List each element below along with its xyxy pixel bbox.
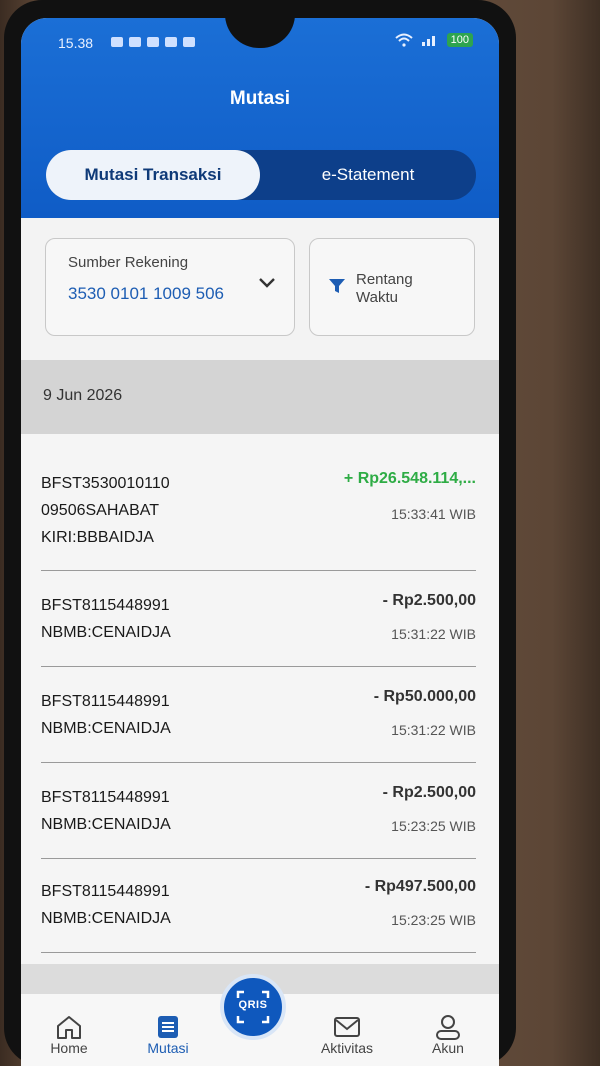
filter-panel: Sumber Rekening 3530 0101 1009 506 Renta… [21, 218, 499, 360]
transaction-row[interactable]: BFST3530010110 09506SAHABAT KIRI:BBBAIDJ… [41, 470, 476, 571]
notification-icons [111, 37, 195, 47]
source-account-value: 3530 0101 1009 506 [68, 284, 224, 303]
transaction-row[interactable]: BFST8115448991 NBMB:CENAIDJA - Rp50.000,… [41, 688, 476, 763]
nav-item-mutasi[interactable]: Mutasi [135, 1014, 201, 1056]
description-line: NBMB:CENAIDJA [41, 720, 171, 737]
status-bar: 15.38 100 [21, 18, 499, 62]
tab-bar: Mutasi Transaksi e-Statement [46, 150, 476, 200]
status-time: 15.38 [58, 35, 94, 51]
app-screen: 15.38 100 Mutasi Mutasi Transaksi e-Stat… [21, 18, 499, 1066]
transaction-amount: - Rp2.500,00 [382, 784, 476, 801]
transaction-amount: - Rp50.000,00 [373, 688, 476, 705]
transaction-time: 15:31:22 WIB [391, 722, 476, 738]
transaction-row[interactable]: BFST8115448991 NBMB:CENAIDJA - Rp2.500,0… [41, 592, 476, 667]
time-range-label: Rentang Waktu [356, 271, 413, 306]
description-line: NBMB:CENAIDJA [41, 624, 171, 641]
transaction-amount: + Rp26.548.114,... [343, 470, 476, 487]
source-account-label: Sumber Rekening [68, 254, 189, 271]
phone-frame: 15.38 100 Mutasi Mutasi Transaksi e-Stat… [4, 0, 516, 1066]
tab-e-statement[interactable]: e-Statement [260, 150, 476, 200]
transaction-time: 15:23:25 WIB [391, 818, 476, 834]
filter-icon [329, 279, 345, 293]
nav-item-aktivitas[interactable]: Aktivitas [311, 1014, 383, 1056]
transaction-description: BFST8115448991 NBMB:CENAIDJA [41, 688, 291, 742]
description-line: 09506SAHABAT [41, 502, 159, 519]
transaction-row[interactable]: BFST8115448991 NBMB:CENAIDJA - Rp497.500… [41, 878, 476, 953]
date-label: 9 Jun 2026 [43, 387, 123, 404]
mail-icon [334, 1017, 360, 1037]
receipt-icon [158, 1016, 178, 1038]
description-line: NBMB:CENAIDJA [41, 816, 171, 833]
nav-item-akun[interactable]: Akun [423, 1014, 473, 1056]
description-line: BFST8115448991 [41, 883, 170, 900]
page-title: Mutasi [229, 88, 291, 109]
transaction-description: BFST8115448991 NBMB:CENAIDJA [41, 592, 291, 646]
transaction-row[interactable]: BFST8115448991 NBMB:CENAIDJA - Rp2.500,0… [41, 784, 476, 859]
transaction-time: 15:33:41 WIB [391, 506, 476, 522]
notification-icon [111, 37, 123, 47]
signal-icon [421, 36, 435, 46]
transaction-list: BFST3530010110 09506SAHABAT KIRI:BBBAIDJ… [21, 434, 499, 964]
transaction-amount: - Rp2.500,00 [382, 592, 476, 609]
source-account-dropdown[interactable]: Sumber Rekening 3530 0101 1009 506 [45, 238, 295, 336]
description-line: NBMB:CENAIDJA [41, 910, 171, 927]
transaction-time: 15:23:25 WIB [391, 912, 476, 928]
notification-icon [147, 37, 159, 47]
header: 15.38 100 Mutasi Mutasi Transaksi e-Stat… [21, 18, 499, 218]
nav-label: Mutasi [147, 1040, 189, 1056]
transaction-description: BFST8115448991 NBMB:CENAIDJA [41, 878, 291, 932]
transaction-description: BFST3530010110 09506SAHABAT KIRI:BBBAIDJ… [41, 470, 291, 551]
nav-label: Home [50, 1040, 88, 1056]
camera-notch [225, 18, 295, 48]
time-range-filter-button[interactable]: Rentang Waktu [309, 238, 475, 336]
nav-label: Akun [432, 1040, 464, 1056]
qris-button[interactable]: QRIS [220, 974, 286, 1040]
tab-mutasi-transaksi[interactable]: Mutasi Transaksi [46, 150, 260, 200]
notification-icon [129, 37, 141, 47]
description-line: BFST8115448991 [41, 693, 170, 710]
nav-item-home[interactable]: Home [41, 1014, 97, 1056]
description-line: BFST3530010110 [41, 475, 170, 492]
notification-icon [165, 37, 177, 47]
home-icon [57, 1016, 81, 1039]
transaction-description: BFST8115448991 NBMB:CENAIDJA [41, 784, 291, 838]
qris-label: QRIS [238, 999, 268, 1011]
transaction-amount: - Rp497.500,00 [364, 878, 476, 895]
description-line: KIRI:BBBAIDJA [41, 529, 154, 546]
nav-label: Aktivitas [320, 1040, 374, 1056]
status-right: 100 [394, 33, 473, 47]
notification-icon [183, 37, 195, 47]
battery-icon: 100 [446, 33, 473, 47]
wifi-icon [394, 33, 413, 47]
chevron-down-icon [259, 278, 275, 288]
transaction-time: 15:31:22 WIB [391, 626, 476, 642]
user-icon [436, 1015, 460, 1040]
description-line: BFST8115448991 [41, 597, 170, 614]
description-line: BFST8115448991 [41, 789, 170, 806]
date-group-header: 9 Jun 2026 [21, 360, 499, 434]
